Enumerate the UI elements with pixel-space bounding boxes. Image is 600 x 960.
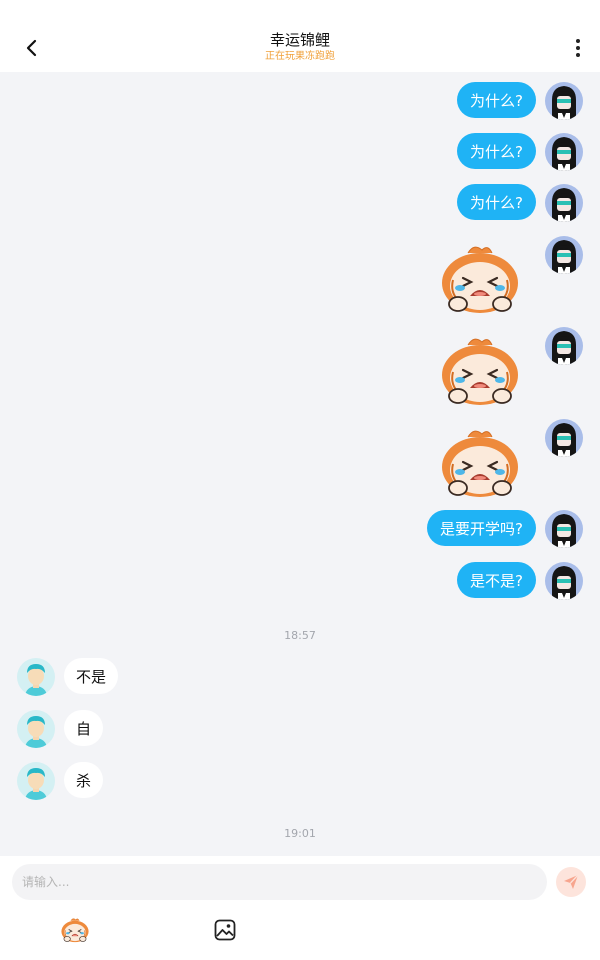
image-icon [214, 919, 236, 941]
crying-sticker[interactable] [438, 334, 522, 408]
send-icon [564, 874, 579, 889]
crying-sticker[interactable] [438, 242, 522, 316]
message-bubble-out[interactable]: 是要开学吗? [427, 510, 536, 546]
back-button[interactable] [18, 34, 46, 62]
more-options-button[interactable] [568, 36, 588, 60]
crying-sticker[interactable] [438, 426, 522, 500]
more-vertical-icon [576, 39, 580, 43]
my-avatar[interactable] [545, 562, 583, 600]
chat-title: 幸运锦鲤 [269, 31, 330, 49]
message-row-out: 是要开学吗? [0, 510, 600, 550]
message-row-out: 是不是? [0, 562, 600, 602]
my-avatar[interactable] [545, 133, 583, 171]
my-avatar[interactable] [545, 236, 583, 274]
image-button[interactable] [209, 914, 241, 946]
sticker-button[interactable] [59, 914, 91, 946]
message-row-in: 自 [0, 710, 600, 750]
sticker-row-out [0, 236, 600, 316]
my-avatar[interactable] [545, 510, 583, 548]
message-row-in: 杀 [0, 762, 600, 802]
message-row-out: 为什么? [0, 133, 600, 173]
chat-subtitle: 正在玩果冻跑跑 [265, 51, 335, 62]
chevron-left-icon [26, 39, 37, 57]
send-button[interactable] [556, 867, 586, 897]
message-input[interactable] [12, 864, 547, 900]
timestamp: 19:01 [284, 827, 316, 840]
message-row-in: 不是 [0, 658, 600, 698]
more-dot [576, 53, 580, 57]
more-dot [576, 46, 580, 50]
message-bubble-out[interactable]: 为什么? [457, 184, 536, 220]
my-avatar[interactable] [545, 184, 583, 222]
message-row-out: 为什么? [0, 82, 600, 122]
message-bubble-out[interactable]: 为什么? [457, 133, 536, 169]
contact-avatar[interactable] [17, 762, 55, 800]
sticker-row-out [0, 327, 600, 407]
timestamp: 18:57 [284, 629, 316, 642]
message-bubble-out[interactable]: 是不是? [457, 562, 536, 598]
my-avatar[interactable] [545, 419, 583, 457]
message-bubble-in[interactable]: 杀 [64, 762, 104, 798]
message-row-out: 为什么? [0, 184, 600, 224]
chat-title-block: 幸运锦鲤 正在玩果冻跑跑 [150, 30, 450, 63]
chat-header: 幸运锦鲤 正在玩果冻跑跑 [0, 0, 600, 72]
contact-avatar[interactable] [17, 710, 55, 748]
my-avatar[interactable] [545, 82, 583, 120]
sticker-icon [60, 916, 90, 944]
message-bubble-out[interactable]: 为什么? [457, 82, 536, 118]
message-bubble-in[interactable]: 不是 [64, 658, 119, 694]
composer-bar [0, 856, 600, 960]
contact-avatar[interactable] [17, 658, 55, 696]
sticker-row-out [0, 419, 600, 499]
my-avatar[interactable] [545, 327, 583, 365]
message-bubble-in[interactable]: 自 [64, 710, 104, 746]
